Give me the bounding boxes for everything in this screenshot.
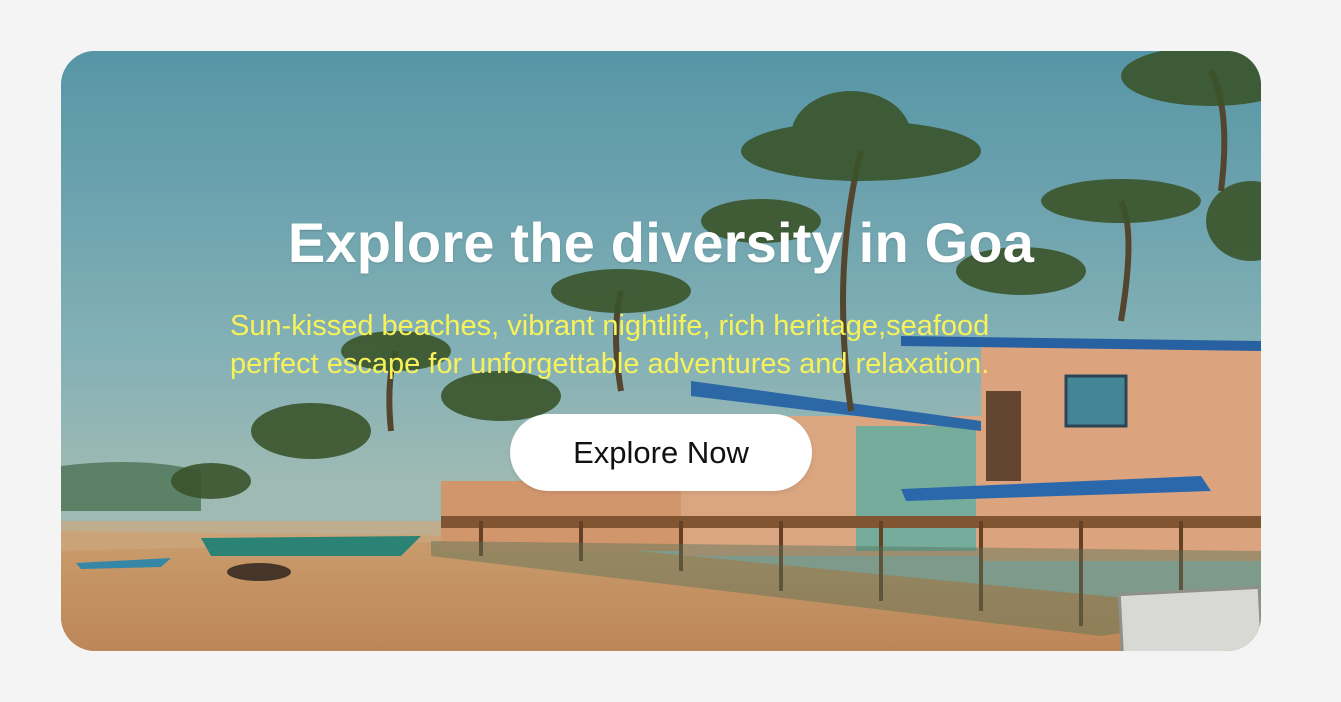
explore-now-button[interactable]: Explore Now	[510, 414, 812, 491]
hero-subtitle: Sun-kissed beaches, vibrant nightlife, r…	[230, 307, 1110, 383]
hero-title: Explore the diversity in Goa	[287, 211, 1035, 274]
hero-subtitle-line-2: perfect escape for unforgettable adventu…	[230, 348, 990, 380]
hero-content: Explore the diversity in Goa Sun-kissed …	[61, 51, 1261, 651]
hero-subtitle-line-1: Sun-kissed beaches, vibrant nightlife, r…	[230, 310, 990, 342]
hero-banner: Explore the diversity in Goa Sun-kissed …	[61, 51, 1261, 651]
